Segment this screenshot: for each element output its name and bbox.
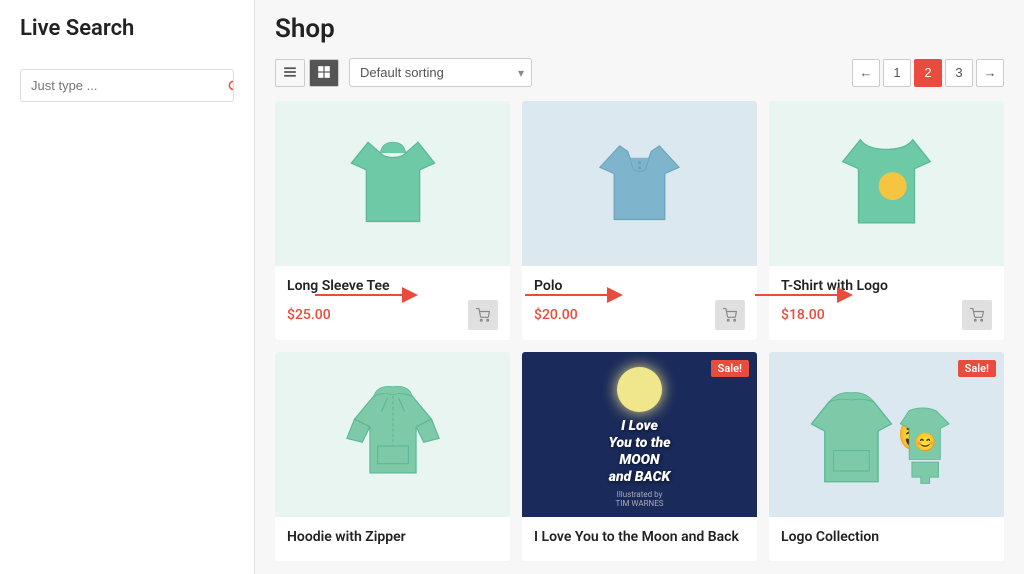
cart-icon [970, 308, 984, 322]
page-3-button[interactable]: 3 [945, 59, 973, 87]
product-footer: $18.00 [781, 300, 992, 330]
pagination: ← 1 2 3 → [852, 59, 1004, 87]
polo-shirt-icon [592, 131, 687, 236]
product-card-polo: Polo $20.00 [522, 101, 757, 340]
view-toggle [275, 59, 339, 87]
product-image-logo-collection: Sale! 😜 😊 [769, 352, 1004, 517]
list-icon [283, 65, 297, 79]
sidebar: Live Search [0, 0, 255, 574]
product-card-logo-collection: Sale! 😜 😊 [769, 352, 1004, 561]
product-footer: $20.00 [534, 300, 745, 330]
tshirt-emoji-icon: 😝 [834, 126, 939, 241]
cart-icon [476, 308, 490, 322]
product-card-hoodie: Hoodie with Zipper [275, 352, 510, 561]
product-grid: Long Sleeve Tee $25.00 [275, 101, 1004, 561]
sidebar-title: Live Search [20, 16, 234, 51]
grid-icon [317, 65, 331, 79]
product-name: Logo Collection [781, 529, 992, 545]
product-card-book: Sale! I LoveYou to theMOONand BACK Illus… [522, 352, 757, 561]
product-price: $20.00 [534, 307, 578, 323]
product-info-hoodie: Hoodie with Zipper [275, 517, 510, 561]
sort-select[interactable]: Default sorting Sort by popularity Sort … [349, 58, 532, 87]
product-name: Hoodie with Zipper [287, 529, 498, 545]
product-price: $25.00 [287, 307, 331, 323]
product-info-polo: Polo $20.00 [522, 266, 757, 340]
product-name: I Love You to the Moon and Back [534, 529, 745, 545]
toolbar: Default sorting Sort by popularity Sort … [275, 58, 1004, 87]
page-title: Shop [275, 14, 1004, 44]
logo-collection-icon: 😜 😊 [807, 365, 967, 505]
list-view-button[interactable] [275, 59, 305, 87]
product-footer: $25.00 [287, 300, 498, 330]
product-info-tshirt-logo: T-Shirt with Logo $18.00 [769, 266, 1004, 340]
product-info-logo-collection: Logo Collection [769, 517, 1004, 561]
add-to-cart-button[interactable] [468, 300, 498, 330]
search-icon [227, 79, 234, 93]
product-name: Long Sleeve Tee [287, 278, 498, 294]
product-info-book: I Love You to the Moon and Back [522, 517, 757, 561]
next-page-button[interactable]: → [976, 59, 1004, 87]
sale-badge: Sale! [958, 360, 996, 377]
page-1-button[interactable]: 1 [883, 59, 911, 87]
search-button[interactable] [217, 71, 234, 101]
main-content: Shop Default sorting [255, 0, 1024, 574]
svg-text:😊: 😊 [914, 431, 936, 452]
sale-badge: Sale! [711, 360, 749, 377]
product-price: $18.00 [781, 307, 825, 323]
product-image-long-sleeve-tee [275, 101, 510, 266]
product-image-hoodie [275, 352, 510, 517]
product-name: T-Shirt with Logo [781, 278, 992, 294]
add-to-cart-button[interactable] [715, 300, 745, 330]
product-card-long-sleeve-tee: Long Sleeve Tee $25.00 [275, 101, 510, 340]
product-image-polo [522, 101, 757, 266]
page-2-button[interactable]: 2 [914, 59, 942, 87]
product-info-long-sleeve-tee: Long Sleeve Tee $25.00 [275, 266, 510, 340]
book-title: I LoveYou to theMOONand BACK [608, 418, 670, 485]
search-box [20, 69, 234, 102]
book-author: Illustrated byTIM WARNES [616, 490, 664, 508]
longsleeve-shirt-icon [343, 129, 443, 239]
product-image-tshirt-logo: 😝 [769, 101, 1004, 266]
cart-icon [723, 308, 737, 322]
prev-page-button[interactable]: ← [852, 59, 880, 87]
moon-illustration [617, 367, 662, 412]
product-name: Polo [534, 278, 745, 294]
search-input[interactable] [21, 70, 217, 101]
product-image-book: Sale! I LoveYou to theMOONand BACK Illus… [522, 352, 757, 517]
hoodie-icon [343, 377, 443, 492]
add-to-cart-button[interactable] [962, 300, 992, 330]
grid-view-button[interactable] [309, 59, 339, 87]
sort-wrapper: Default sorting Sort by popularity Sort … [349, 58, 532, 87]
product-card-tshirt-logo: 😝 T-Shirt with Logo $18.00 [769, 101, 1004, 340]
